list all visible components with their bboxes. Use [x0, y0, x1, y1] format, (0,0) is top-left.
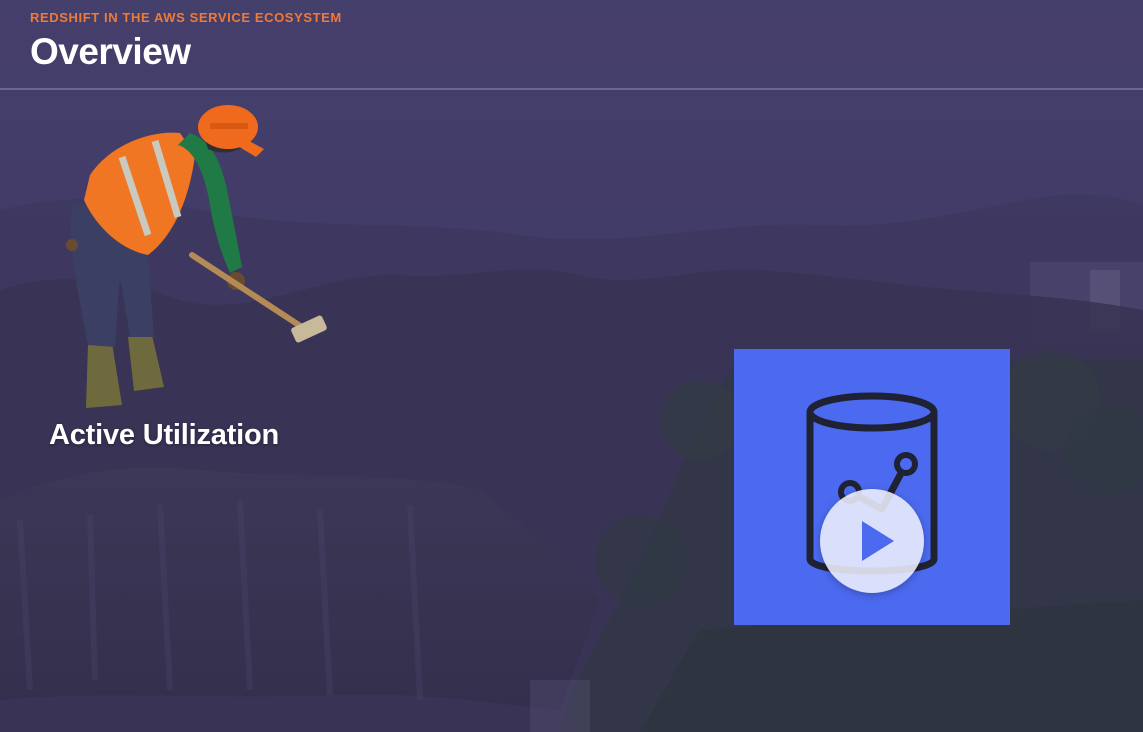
- construction-worker-icon: [66, 105, 327, 408]
- slide-header: REDSHIFT IN THE AWS SERVICE ECOSYSTEM Ov…: [30, 10, 342, 76]
- video-thumbnail[interactable]: [734, 349, 1010, 625]
- header-divider: [0, 88, 1143, 90]
- section-eyebrow: REDSHIFT IN THE AWS SERVICE ECOSYSTEM: [30, 10, 342, 25]
- slide: REDSHIFT IN THE AWS SERVICE ECOSYSTEM Ov…: [0, 0, 1143, 732]
- play-button[interactable]: [820, 489, 924, 593]
- active-utilization-label: Active Utilization: [49, 419, 280, 451]
- play-icon: [862, 521, 894, 561]
- page-title: Overview: [30, 31, 191, 72]
